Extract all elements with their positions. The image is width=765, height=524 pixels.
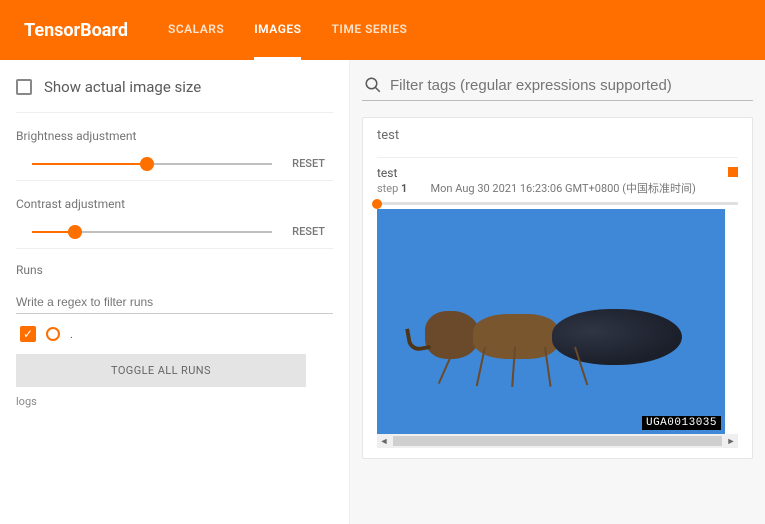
contrast-section: Contrast adjustment RESET [16, 180, 333, 248]
toggle-all-runs-button[interactable]: TOGGLE ALL RUNS [16, 354, 306, 387]
card-title: test [377, 128, 738, 143]
contrast-reset-button[interactable]: RESET [292, 225, 333, 238]
image-preview: UGA0013035 [377, 209, 725, 434]
run-row: . [16, 326, 333, 342]
app-logo: TensorBoard [24, 20, 128, 41]
run-radio[interactable] [46, 327, 60, 341]
logs-label: logs [16, 395, 333, 408]
actual-size-checkbox[interactable] [16, 79, 32, 95]
contrast-title: Contrast adjustment [16, 197, 333, 211]
image-card: test test step 1 Mon Aug 30 2021 16:23:0… [362, 117, 753, 459]
run-label: . [70, 328, 73, 341]
main-panel: test test step 1 Mon Aug 30 2021 16:23:0… [350, 60, 765, 524]
tab-images[interactable]: IMAGES [254, 0, 301, 60]
scroll-right-icon[interactable]: ► [724, 436, 738, 447]
image-watermark: UGA0013035 [642, 416, 721, 430]
tag-filter-input[interactable] [390, 77, 751, 94]
brightness-reset-button[interactable]: RESET [292, 157, 333, 170]
search-icon [364, 76, 382, 94]
actual-size-label: Show actual image size [44, 78, 201, 96]
image-block: test step 1 Mon Aug 30 2021 16:23:06 GMT… [377, 157, 738, 448]
runs-filter-input[interactable] [16, 291, 333, 314]
close-icon[interactable] [728, 167, 738, 177]
runs-title: Runs [16, 263, 333, 277]
image-tag-label: test [377, 166, 728, 180]
tab-time-series[interactable]: TIME SERIES [331, 0, 407, 60]
tab-scalars[interactable]: SCALARS [168, 0, 224, 60]
contrast-slider[interactable] [32, 231, 272, 233]
run-checkbox[interactable] [20, 326, 36, 342]
runs-section: Runs . TOGGLE ALL RUNS logs [16, 248, 333, 408]
tag-filter-bar [362, 70, 753, 101]
sidebar: Show actual image size Brightness adjust… [0, 60, 350, 524]
step-slider[interactable] [377, 202, 738, 205]
step-label: step 1 [377, 182, 407, 195]
brightness-title: Brightness adjustment [16, 129, 333, 143]
image-horizontal-scrollbar[interactable]: ◄ ► [377, 434, 738, 448]
brightness-slider[interactable] [32, 163, 272, 165]
app-header: TensorBoard SCALARS IMAGES TIME SERIES [0, 0, 765, 60]
tab-bar: SCALARS IMAGES TIME SERIES [168, 0, 407, 60]
brightness-section: Brightness adjustment RESET [16, 112, 333, 180]
image-timestamp: Mon Aug 30 2021 16:23:06 GMT+0800 (中国标准时… [431, 182, 696, 195]
scroll-left-icon[interactable]: ◄ [377, 436, 391, 447]
actual-size-row: Show actual image size [16, 78, 333, 96]
